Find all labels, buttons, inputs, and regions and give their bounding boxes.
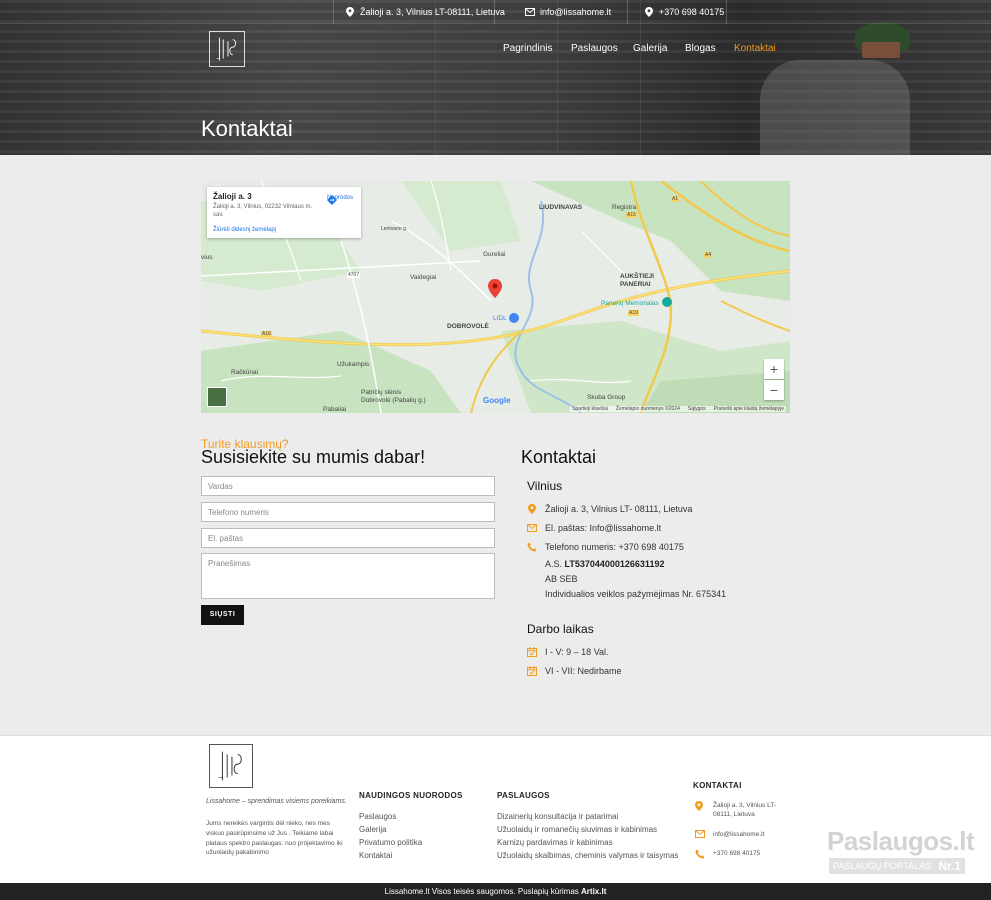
map-shortcuts-link[interactable]: Spartieji klavišai	[572, 406, 608, 412]
location-pin-icon	[695, 801, 705, 819]
location-pin-icon	[527, 504, 537, 514]
contact-address: Žalioji a. 3, Vilnius LT- 08111, Lietuva	[527, 503, 692, 515]
page-title: Kontaktai	[201, 116, 293, 141]
contacts-city: Vilnius	[527, 479, 563, 493]
calendar-icon	[527, 666, 537, 676]
nav-kontaktai[interactable]: Kontaktai	[734, 43, 776, 54]
nav-galerija[interactable]: Galerija	[633, 43, 667, 54]
google-map[interactable]: LIUDVINAVAS Registra Gureliai Vaidegiai …	[201, 181, 790, 413]
footer-tagline: Lissahome – sprendimas visiems poreikiam…	[206, 798, 347, 805]
zoom-out-button[interactable]: −	[764, 380, 784, 400]
footer-service-3[interactable]: Karnizų pardavimas ir kabinimas	[497, 838, 613, 847]
calendar-icon	[527, 647, 537, 657]
location-pin-icon	[345, 7, 355, 17]
submit-button[interactable]: SIŲSTI	[201, 605, 244, 625]
phone-icon	[695, 849, 705, 862]
contact-phone[interactable]: Telefono numeris: +370 698 40175	[527, 541, 684, 553]
footer-description: Jums nereikės vargintis dėl nieko, nes m…	[206, 820, 343, 857]
minus-icon: −	[769, 382, 779, 398]
footer-link-privatumo[interactable]: Privatumo politika	[359, 838, 422, 847]
map-terms-link[interactable]: Sąlygos	[688, 406, 706, 412]
copyright-bar: Lissahome.lt Visos teisės saugomos. Pusl…	[0, 883, 991, 900]
zoom-in-button[interactable]: +	[764, 359, 784, 379]
footer-service-2[interactable]: Užuolaidų ir romanečių siuvimas ir kabin…	[497, 825, 657, 834]
footer-link-galerija[interactable]: Galerija	[359, 825, 387, 834]
view-larger-map-link[interactable]: Žiūrėti didesnį žemėlapį	[213, 227, 276, 233]
topbar-email[interactable]: info@lissahome.lt	[525, 0, 611, 24]
plus-icon: +	[769, 361, 779, 377]
site-footer: Lissahome – sprendimas visiems poreikiam…	[0, 735, 991, 883]
envelope-icon	[527, 523, 537, 533]
nav-blogas[interactable]: Blogas	[685, 43, 716, 54]
phone-icon	[527, 542, 537, 552]
envelope-icon	[525, 7, 535, 17]
nav-pagrindinis[interactable]: Pagrindinis	[503, 43, 552, 54]
footer-logo[interactable]	[209, 744, 253, 788]
footer-link-kontaktai[interactable]: Kontaktai	[359, 851, 392, 860]
footer-phone[interactable]: +370 698 40175	[695, 849, 760, 862]
bank-account: A.S. LT537044000126631192	[545, 559, 665, 569]
phone-field[interactable]: Telefono numeris	[201, 502, 495, 522]
name-field[interactable]: Vardas	[201, 476, 495, 496]
topbar-phone[interactable]: +370 698 40175	[644, 0, 724, 24]
artix-link[interactable]: Artix.lt	[581, 887, 606, 896]
footer-contacts-title: KONTAKTAI	[693, 781, 742, 790]
footer-link-paslaugos[interactable]: Paslaugos	[359, 812, 396, 821]
map-info-card: Žalioji a. 3 Žalioji a. 3, Vilnius, 0223…	[207, 187, 361, 238]
nav-paslaugos[interactable]: Paslaugos	[571, 43, 618, 54]
location-pin-icon	[644, 7, 654, 17]
email-field[interactable]: El. paštas	[201, 528, 495, 548]
message-field[interactable]: Pranešimas	[201, 553, 495, 599]
map-report-link[interactable]: Pranešti apie klaidą žemėlapyje	[714, 406, 784, 412]
site-logo[interactable]	[209, 31, 245, 67]
hero-banner: Žalioji a. 3, Vilnius LT-08111, Lietuva …	[0, 0, 991, 155]
footer-service-4[interactable]: Užuolaidų skalbimas, cheminis valymas ir…	[497, 851, 678, 860]
services-title: PASLAUGOS	[497, 791, 550, 800]
hours-weekdays: I - V: 9 – 18 Val.	[527, 646, 609, 658]
map-place-address: Žalioji a. 3, Vilnius, 02232 Vilniaus m.…	[213, 204, 313, 218]
map-footer: Spartieji klavišai Žemėlapio duomenys ©2…	[570, 406, 786, 412]
contacts-title: Kontaktai	[521, 447, 597, 467]
topbar-address[interactable]: Žalioji a. 3, Vilnius LT-08111, Lietuva	[345, 0, 505, 24]
top-contact-bar: Žalioji a. 3, Vilnius LT-08111, Lietuva …	[0, 0, 991, 24]
paslaugos-badge[interactable]: Paslaugos.lt PASLAUGŲ PORTALAS Nr.1	[827, 826, 975, 874]
footer-address: Žalioji a. 3, Vilnius LT- 08111, Lietuva	[695, 801, 776, 819]
form-title: Susisiekite su mumis dabar!	[201, 447, 426, 467]
bank-name: AB SEB	[545, 574, 578, 584]
useful-links-title: NAUDINGOS NUORODOS	[359, 791, 463, 800]
license-number: Individualios veiklos pažymėjimas Nr. 67…	[545, 589, 727, 599]
directions-button[interactable]: Nuorodos	[326, 195, 353, 205]
contact-email[interactable]: El. paštas: Info@lissahome.lt	[527, 522, 661, 534]
footer-email[interactable]: info@lissahome.lt	[695, 830, 764, 841]
envelope-icon	[695, 830, 705, 841]
hours-weekend: VI - VII: Nedirbame	[527, 665, 622, 677]
map-data-text: Žemėlapio duomenys ©2024	[615, 406, 680, 412]
satellite-toggle[interactable]	[207, 387, 227, 407]
google-logo: Google	[483, 396, 511, 405]
hours-title: Darbo laikas	[527, 622, 594, 636]
footer-service-1[interactable]: Dizainerių konsultacija ir patarimai	[497, 812, 618, 821]
